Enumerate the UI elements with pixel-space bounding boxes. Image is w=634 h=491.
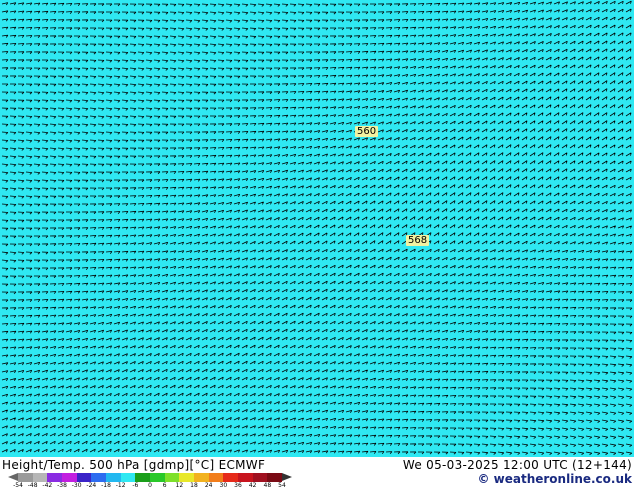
colorbar-segment: [76, 473, 92, 482]
colorbar-segment: [91, 473, 106, 482]
site-credit[interactable]: © weatheronline.co.uk: [477, 472, 632, 486]
contour-label-568: 568: [406, 235, 430, 246]
colorbar-segment: [237, 473, 253, 482]
colorbar-segment: [208, 473, 224, 482]
colorbar-tick-label: 6: [162, 482, 167, 489]
colorbar-tick-label: 12: [175, 482, 184, 489]
colorbar-tick-label: 36: [234, 482, 242, 489]
colorbar-tick-label: -48: [27, 482, 38, 489]
colorbar-tick-label: -42: [42, 482, 53, 489]
contour-label-560: 560: [355, 126, 379, 137]
colorbar-segment: [120, 473, 136, 482]
colorbar-tick-label: -24: [86, 482, 97, 489]
colorbar-segment: [18, 473, 33, 482]
colorbar-segment: [61, 473, 77, 482]
colorbar-tick-label: 0: [148, 482, 152, 489]
colorbar-tick-label: 54: [278, 482, 286, 489]
colorbar-tick-label: -6: [132, 482, 139, 489]
colorbar-tick-label: 24: [204, 482, 213, 489]
colorbar-segment: [32, 473, 48, 482]
colorbar-tick-label: -18: [101, 482, 111, 489]
colorbar-segment: [252, 473, 268, 482]
colorbar-arrow-left: [8, 473, 18, 481]
colorbar-segment: [223, 473, 238, 482]
colorbar-tick-label: -12: [115, 482, 126, 489]
colorbar-tick-label: 30: [219, 482, 228, 489]
weather-map: 560 568: [0, 0, 634, 457]
colorbar-segment: [193, 473, 209, 482]
colorbar-segment: [164, 473, 180, 482]
colorbar-segment: [135, 473, 150, 482]
colorbar-tick-label: -30: [71, 482, 82, 489]
map-title: Height/Temp. 500 hPa [gdmp][°C] ECMWF: [2, 458, 266, 472]
map-footer: Height/Temp. 500 hPa [gdmp][°C] ECMWF We…: [0, 457, 634, 490]
valid-time: We 05-03-2025 12:00 UTC (12+144): [402, 458, 632, 472]
colorbar-tick-label: 48: [263, 482, 272, 489]
colorbar-tick-label: -38: [57, 482, 67, 489]
colorbar-segment: [179, 473, 194, 482]
temperature-colorbar: [18, 473, 282, 482]
colorbar-segment: [149, 473, 165, 482]
wind-barb-field: [0, 0, 634, 457]
colorbar-tick-label: 42: [248, 482, 257, 489]
colorbar-segment: [267, 473, 282, 482]
colorbar-tick-label: 18: [190, 482, 198, 489]
colorbar-arrow-right: [282, 473, 292, 481]
colorbar-tick-label: -54: [13, 482, 23, 489]
colorbar-segment: [47, 473, 62, 482]
colorbar-segment: [105, 473, 121, 482]
